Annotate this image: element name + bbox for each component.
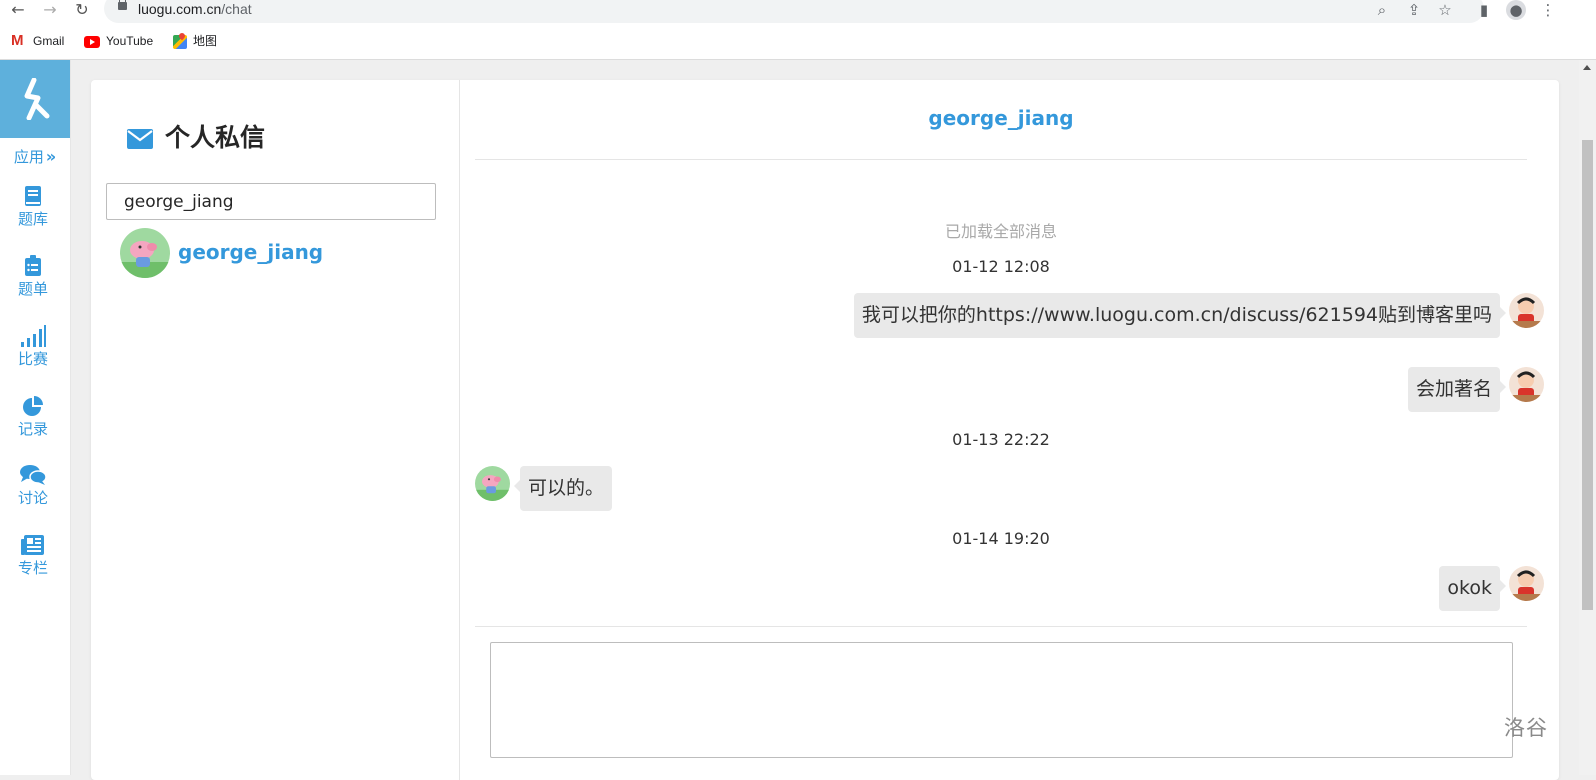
message-bubble: okok [1439, 566, 1506, 611]
message-timestamp: 01-14 19:20 [952, 529, 1050, 548]
sidebar-item-label: 题库 [17, 210, 48, 228]
message-bubble: 可以的。 [513, 466, 613, 511]
peppa-avatar-icon [475, 466, 510, 501]
chat-card: 个人私信 george_jiang george_jiang 已加载全部消息 0… [91, 80, 1559, 780]
sidebar-item-label: 题单 [17, 280, 48, 298]
sidebar-item-label: 比赛 [17, 350, 48, 368]
avatar[interactable] [1509, 367, 1544, 402]
scroll-up-arrow-icon[interactable] [1583, 65, 1591, 70]
contact-name: george_jiang [178, 240, 324, 264]
avatar[interactable] [1509, 566, 1544, 601]
message-compose-input[interactable] [490, 642, 1513, 758]
book-icon [25, 186, 41, 206]
sidebar-item-label: 记录 [17, 420, 48, 438]
forward-arrow-icon[interactable]: → [40, 0, 60, 22]
back-arrow-icon[interactable]: ← [8, 0, 28, 22]
message-row-sent: 我可以把你的https://www.luogu.com.cn/discuss/6… [484, 293, 1544, 338]
crayon-shin-avatar-icon [1509, 566, 1544, 601]
envelope-icon [127, 129, 153, 149]
lock-icon[interactable] [118, 0, 127, 10]
share-icon[interactable]: ⇪ [1404, 0, 1424, 20]
url-host: luogu.com.cn [138, 1, 222, 17]
message-row-sent: 会加著名 [1384, 367, 1544, 412]
bookmark-maps[interactable]: 地图 [173, 32, 217, 50]
profile-icon[interactable]: ● [1506, 0, 1526, 20]
browser-toolbar: ← → ↻ luogu.com.cn/chat ⌕ ⇪ ☆ ▮ ● ⋮ [0, 0, 1596, 23]
pie-chart-icon [23, 396, 43, 416]
page-title: 个人私信 [127, 118, 265, 154]
crayon-shin-avatar-icon [1509, 367, 1544, 402]
sidebar-item-problemset[interactable]: 题库 [0, 185, 66, 228]
search-input[interactable] [106, 183, 436, 220]
zoom-icon[interactable]: ⌕ [1372, 0, 1392, 20]
reload-icon[interactable]: ↻ [72, 0, 92, 22]
crayon-shin-avatar-icon [1509, 293, 1544, 328]
sidebar-item-label: 讨论 [17, 489, 48, 507]
signal-bars-icon [21, 325, 46, 347]
scrollbar-thumb[interactable] [1582, 140, 1593, 610]
bookmark-youtube[interactable]: YouTube [84, 32, 153, 50]
peppa-avatar-icon [120, 228, 170, 278]
sidebar-item-label: 专栏 [17, 559, 48, 577]
bookmark-label: Gmail [33, 34, 65, 48]
bookmarks-bar: Gmail YouTube 地图 [0, 23, 1596, 60]
luogu-watermark: 洛谷 [1504, 716, 1548, 740]
message-timestamp: 01-13 22:22 [952, 430, 1050, 449]
sidebar-item-training[interactable]: 题单 [0, 255, 66, 298]
bookmark-gmail[interactable]: Gmail [11, 32, 64, 50]
compose-divider [475, 626, 1527, 627]
message-bubble: 会加著名 [1407, 367, 1507, 412]
gmail-icon [11, 32, 27, 50]
message-bubble: 我可以把你的https://www.luogu.com.cn/discuss/6… [853, 293, 1507, 338]
sidebar-item-contest[interactable]: 比赛 [0, 325, 66, 368]
avatar[interactable] [475, 466, 510, 501]
luogu-logo[interactable] [0, 60, 70, 138]
sidebar-item-record[interactable]: 记录 [0, 395, 66, 438]
double-chevron-right-icon: » [45, 147, 57, 166]
address-bar[interactable] [104, 0, 1484, 23]
menu-kebab-icon[interactable]: ⋮ [1538, 0, 1558, 20]
sidebar-item-blog[interactable]: 专栏 [0, 534, 66, 577]
url-path: /chat [221, 1, 252, 17]
logo-icon [24, 78, 50, 120]
partner-name-link[interactable]: george_jiang [928, 106, 1073, 130]
apps-label: 应用 [13, 148, 44, 166]
page-title-text: 个人私信 [165, 123, 266, 152]
bookmark-star-icon[interactable]: ☆ [1435, 0, 1455, 20]
bookmark-label: 地图 [193, 34, 218, 48]
newspaper-icon [21, 535, 44, 555]
message-row-received: 可以的。 [475, 466, 635, 511]
sidebar: 应用» 题库 题单 比赛 记录 讨论 专栏 [0, 60, 71, 775]
page: 应用» 题库 题单 比赛 记录 讨论 专栏 个人私信 george_jiang … [0, 60, 1596, 780]
conversation-header: george_jiang [475, 80, 1527, 160]
sidebar-item-discuss[interactable]: 讨论 [0, 464, 66, 507]
message-row-sent: okok [1424, 566, 1544, 611]
bookmark-label: YouTube [106, 34, 154, 48]
comments-icon [20, 465, 47, 485]
url-text[interactable]: luogu.com.cn/chat [138, 0, 252, 18]
inbox-pane: 个人私信 george_jiang [91, 80, 460, 780]
side-panel-icon[interactable]: ▮ [1474, 0, 1494, 20]
maps-icon [173, 34, 187, 49]
clipboard-list-icon [25, 255, 41, 276]
apps-toggle[interactable]: 应用» [0, 146, 70, 167]
message-timestamp: 01-12 12:08 [952, 257, 1050, 276]
page-scrollbar[interactable] [1579, 60, 1596, 775]
loaded-notice: 已加载全部消息 [944, 222, 1057, 241]
avatar[interactable] [1509, 293, 1544, 328]
youtube-icon [84, 35, 100, 48]
avatar [120, 228, 170, 278]
conversation-pane: george_jiang 已加载全部消息 01-12 12:08 我可以把你的h… [460, 80, 1559, 780]
